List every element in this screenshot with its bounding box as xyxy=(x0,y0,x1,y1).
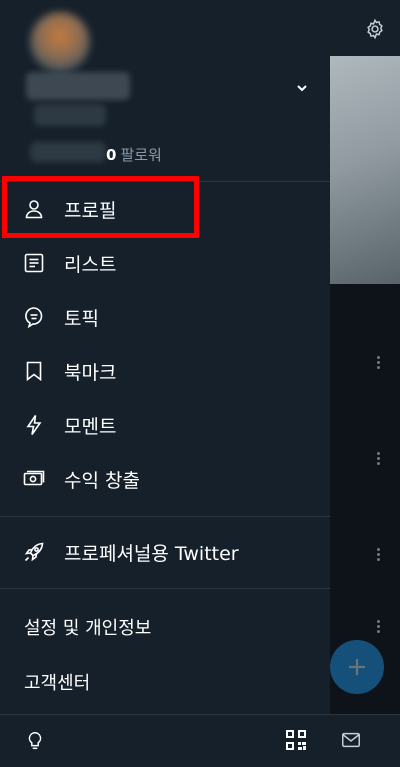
avatar[interactable] xyxy=(30,12,90,72)
following-count-redacted xyxy=(30,142,106,162)
gear-icon[interactable] xyxy=(364,18,386,40)
topic-icon xyxy=(25,307,43,329)
compose-button[interactable] xyxy=(330,640,384,694)
help-center-link[interactable]: 고객센터 xyxy=(24,669,90,695)
menu-item-label: 리스트 xyxy=(64,253,117,276)
rocket-icon xyxy=(24,542,44,562)
background-timeline xyxy=(330,0,400,767)
menu-item-topics[interactable]: 토픽 xyxy=(0,290,330,344)
menu-item-label: 토픽 xyxy=(64,307,99,330)
divider xyxy=(0,588,330,589)
timeline-header xyxy=(330,0,400,56)
timeline-image xyxy=(330,56,400,284)
bottom-nav xyxy=(330,714,400,767)
plus-icon xyxy=(349,659,365,675)
qr-code-icon[interactable] xyxy=(286,730,306,750)
lightbulb-icon[interactable] xyxy=(24,730,46,752)
chevron-down-icon[interactable] xyxy=(294,80,310,96)
divider xyxy=(0,714,330,715)
followers-count[interactable]: 0 팔로워 xyxy=(106,144,162,165)
menu-item-moments[interactable]: 모멘트 xyxy=(0,398,330,452)
more-icon[interactable] xyxy=(377,354,381,371)
username-redacted xyxy=(34,104,106,126)
bookmark-icon xyxy=(26,361,42,382)
menu-item-label: 북마크 xyxy=(64,361,117,384)
more-icon[interactable] xyxy=(377,618,381,635)
navigation-drawer: 0 팔로워 프로필 리스트 토픽 북마크 모멘트 수익 창출 프로페셔널용 Tw… xyxy=(0,0,330,766)
menu-item-professional[interactable]: 프로페셔널용 Twitter xyxy=(0,525,330,579)
followers-number: 0 xyxy=(106,146,117,164)
menu-item-monetization[interactable]: 수익 창출 xyxy=(0,452,330,506)
more-icon[interactable] xyxy=(377,546,381,563)
settings-privacy-link[interactable]: 설정 및 개인정보 xyxy=(24,614,151,640)
display-name-redacted xyxy=(26,72,130,100)
lightning-icon xyxy=(26,415,42,435)
mail-icon[interactable] xyxy=(340,729,362,751)
menu-item-bookmarks[interactable]: 북마크 xyxy=(0,344,330,398)
list-icon xyxy=(24,253,44,273)
more-icon[interactable] xyxy=(377,450,381,467)
divider xyxy=(0,516,330,517)
followers-label: 팔로워 xyxy=(120,146,162,164)
highlight-box xyxy=(2,176,199,238)
menu-item-label: 모멘트 xyxy=(64,415,117,438)
money-icon xyxy=(23,470,45,486)
menu-item-label: 프로페셔널용 Twitter xyxy=(64,542,239,565)
menu-item-lists[interactable]: 리스트 xyxy=(0,236,330,290)
menu-item-label: 수익 창출 xyxy=(64,469,140,492)
